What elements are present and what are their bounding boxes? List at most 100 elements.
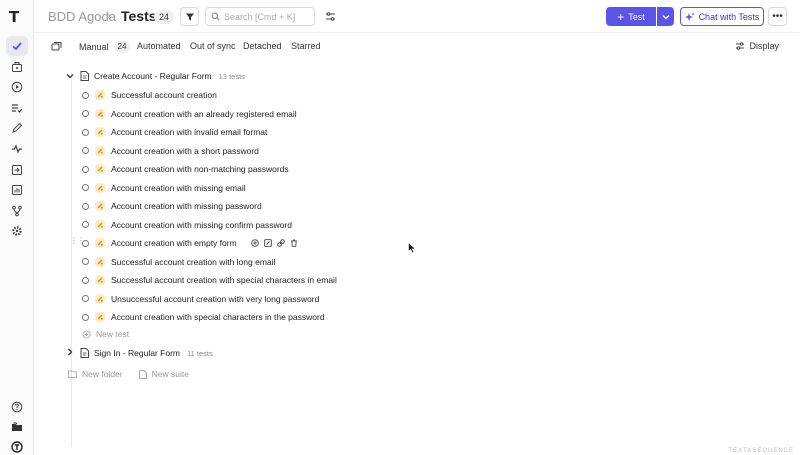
test-row[interactable]: Successful account creation [82,86,217,104]
account-icon[interactable] [6,437,28,455]
status-circle-icon[interactable] [82,313,89,321]
pulse-icon[interactable] [6,139,28,159]
test-row[interactable]: Unsuccessful account creation with very … [82,290,319,308]
manual-test-icon [95,275,105,285]
trash-icon[interactable] [290,239,298,247]
gear-icon[interactable] [6,221,28,241]
sparkle-icon [684,12,695,21]
suite-row[interactable]: Sign In - Regular Form 11 tests [65,344,213,362]
play-circle-icon[interactable] [6,77,28,97]
manual-test-icon [95,256,105,267]
chevron-right-icon[interactable] [65,348,75,358]
manual-test-icon [95,108,105,119]
test-row[interactable]: Account creation with missing email [82,179,246,197]
test-name: Successful account creation with special… [111,275,337,285]
status-circle-icon[interactable] [82,295,89,302]
briefcase-icon[interactable] [6,57,28,77]
test-row[interactable]: Account creation with invalid email form… [82,123,267,141]
view-tabs: Manual 24 Automated Out of sync Detached… [34,35,800,57]
plus-circle-icon [82,329,91,339]
new-suite-link[interactable]: New suite [152,369,189,379]
status-circle-icon[interactable] [82,276,89,284]
breadcrumb-project[interactable]: BDD Agoda [48,9,116,24]
app-logo[interactable]: T [9,8,25,26]
manual-test-icon [95,164,105,174]
test-name: Account creation with missing password [111,201,262,211]
folder-plus-icon[interactable] [68,370,77,378]
status-circle-icon[interactable] [82,147,89,154]
test-name: Account creation with missing confirm pa… [111,219,292,230]
help-icon[interactable] [6,397,28,417]
status-circle-icon[interactable] [82,221,89,228]
status-circle-icon[interactable] [82,91,89,99]
manual-test-icon [95,219,105,230]
more-options-button[interactable]: ••• [768,7,787,26]
manual-test-icon [95,201,105,211]
drag-handle-icon[interactable]: ⋮⋮ [70,236,85,245]
test-row[interactable]: Account creation with empty form [82,234,298,252]
filter-icon [185,13,194,20]
display-button[interactable]: Display [735,41,779,51]
sliders-icon [325,11,335,21]
manual-test-icon [95,238,105,248]
test-row[interactable]: Successful account creation with special… [82,271,337,289]
status-circle-icon[interactable] [82,202,89,210]
test-name: Account creation with a short password [111,145,259,156]
file-plus-icon[interactable] [138,369,147,379]
test-row[interactable]: Account creation with special characters… [82,308,325,326]
display-button-label: Display [749,41,779,51]
tab-starred[interactable]: Starred [291,41,321,51]
search-box[interactable] [205,7,315,26]
suite-row[interactable]: Create Account - Regular Form 13 tests [65,67,245,85]
tab-manual[interactable]: Manual 24 [79,41,131,53]
test-row[interactable]: Account creation with an already registe… [82,105,297,123]
new-test-link[interactable]: New test [82,325,129,343]
filter-button[interactable] [180,7,199,26]
branch-icon[interactable] [6,201,28,221]
status-circle-icon[interactable] [82,258,89,265]
test-row[interactable]: Account creation with missing confirm pa… [82,216,292,234]
manual-test-icon [95,127,105,137]
sliders-icon [736,42,745,50]
chart-icon[interactable] [6,180,28,200]
tab-automated[interactable]: Automated [137,41,181,51]
suite-file-icon [80,71,89,81]
status-circle-icon[interactable] [82,110,89,117]
test-row[interactable]: Successful account creation with long em… [82,253,275,271]
folder-icon[interactable] [6,417,28,437]
add-circle-icon[interactable] [250,239,259,247]
test-row[interactable]: Account creation with non-matching passw… [82,160,289,178]
tab-detached[interactable]: Detached [243,41,282,51]
test-name: Account creation with an already registe… [111,108,297,119]
tab-label: Automated [137,41,181,51]
chat-with-tests-button[interactable]: Chat with Tests [680,7,764,26]
tests-nav-check-icon[interactable] [6,36,28,56]
link-icon[interactable] [276,239,285,247]
list-check-icon[interactable] [6,98,28,118]
tab-out-of-sync[interactable]: Out of sync [190,41,236,51]
tab-label: Out of sync [190,41,236,51]
status-circle-icon[interactable] [82,165,89,173]
status-circle-icon[interactable] [82,184,89,191]
chevron-down-icon[interactable] [65,72,75,81]
test-name: Successful account creation with long em… [111,256,276,267]
view-settings-button[interactable] [323,9,337,23]
new-test-dropdown-button[interactable] [657,7,674,26]
import-icon[interactable] [6,160,28,180]
pen-icon[interactable] [6,118,28,138]
test-row[interactable]: Account creation with missing password [82,197,262,215]
new-folder-link[interactable]: New folder [82,369,123,379]
new-test-button[interactable]: + Test [606,7,656,26]
search-input[interactable] [224,11,312,22]
test-name: Account creation with special characters… [111,312,325,322]
suite-file-icon [80,348,89,358]
test-name: Account creation with missing email [111,182,246,193]
new-test-label: New test [96,329,130,339]
edit-icon[interactable] [263,239,272,247]
status-circle-icon[interactable] [82,128,89,136]
test-name: Account creation with invalid email form… [111,127,268,137]
suites-view-icon[interactable] [51,41,62,52]
test-row[interactable]: Account creation with a short password [82,142,259,160]
tab-label: Starred [291,41,321,51]
suite-test-count: 11 tests [186,348,213,358]
